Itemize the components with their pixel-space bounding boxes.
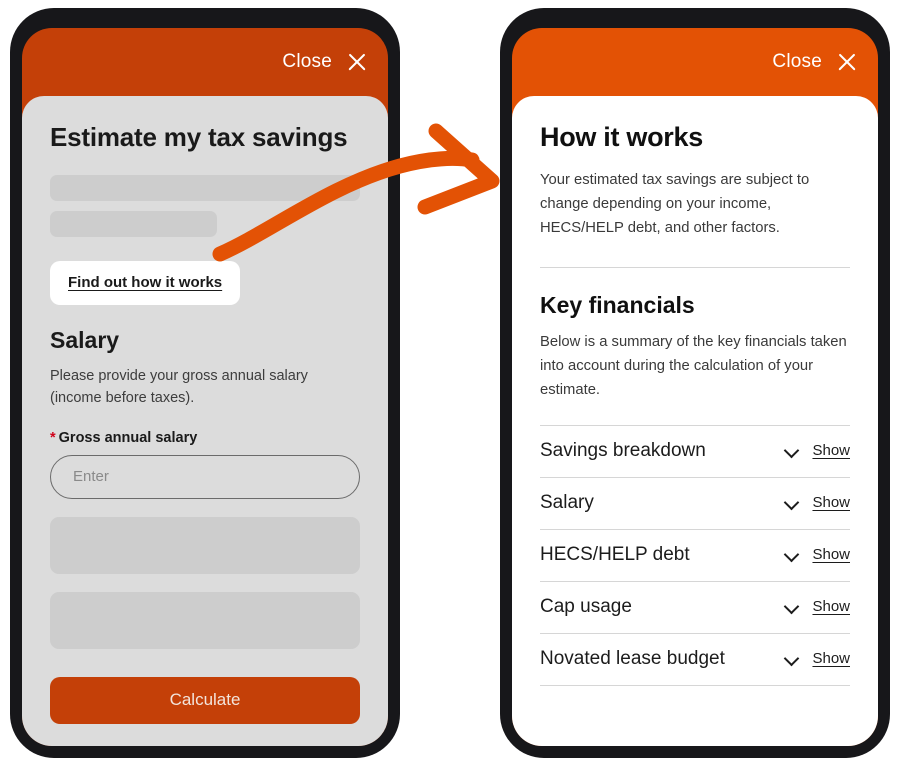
accordion-control[interactable]: Show (784, 650, 850, 667)
accordion-show-link[interactable]: Show (812, 494, 850, 511)
close-button-label: Close (772, 51, 822, 72)
gross-annual-salary-input[interactable] (50, 454, 360, 499)
divider (540, 266, 850, 268)
accordion-row-novated-lease-budget[interactable]: Novated lease budget Show (540, 634, 850, 686)
gross-annual-salary-label: * Gross annual salary (50, 430, 360, 446)
find-out-how-it-works-label: Find out how it works (68, 274, 223, 291)
close-x-icon[interactable] (346, 51, 368, 73)
required-marker: * (50, 429, 56, 446)
chevron-down-icon (784, 599, 799, 614)
skeleton-block (50, 516, 360, 574)
chevron-down-icon (784, 495, 799, 510)
accordion-control[interactable]: Show (784, 442, 850, 459)
phone-mockup-right: Close How it works Your estimated tax sa… (500, 8, 890, 758)
find-out-how-it-works-button[interactable]: Find out how it works (50, 261, 241, 305)
phone-mockup-left: Close Estimate my tax savings Find out h… (10, 8, 400, 758)
accordion-label: Cap usage (540, 595, 632, 617)
accordion-row-savings-breakdown[interactable]: Savings breakdown Show (540, 424, 850, 478)
accordion-show-link[interactable]: Show (812, 598, 850, 615)
skeleton-bar (50, 175, 360, 201)
page-title-right: How it works (540, 122, 703, 152)
skeleton-bar (50, 211, 218, 237)
how-it-works-intro: Your estimated tax savings are subject t… (540, 172, 810, 236)
skeleton-block (50, 591, 360, 649)
phone-screen-right: Close How it works Your estimated tax sa… (512, 28, 878, 746)
close-button-label: Close (282, 51, 332, 72)
accordion-label: HECS/HELP debt (540, 543, 690, 565)
modal-sheet-right: How it works Your estimated tax savings … (512, 96, 878, 746)
accordion-control[interactable]: Show (784, 546, 850, 563)
key-financials-intro: Below is a summary of the key financials… (540, 333, 847, 398)
key-financials-heading: Key financials (540, 291, 695, 318)
accordion-label: Savings breakdown (540, 439, 706, 461)
salary-section-description: Please provide your gross annual salary … (50, 368, 308, 406)
accordion-row-cap-usage[interactable]: Cap usage Show (540, 582, 850, 634)
accordion-show-link[interactable]: Show (812, 546, 850, 563)
calculate-button[interactable]: Calculate (50, 676, 360, 724)
accordion-control[interactable]: Show (784, 598, 850, 615)
accordion-show-link[interactable]: Show (812, 442, 850, 459)
accordion-show-link[interactable]: Show (812, 650, 850, 667)
gross-annual-salary-label-text: Gross annual salary (58, 429, 198, 446)
phone-screen-left: Close Estimate my tax savings Find out h… (22, 28, 388, 746)
accordion-label: Salary (540, 491, 594, 513)
key-financials-accordion: Savings breakdown Show Salary Show HECS/… (540, 424, 850, 686)
modal-header-right: Close (512, 28, 878, 96)
close-x-icon[interactable] (836, 51, 858, 73)
chevron-down-icon (784, 547, 799, 562)
modal-sheet-left: Estimate my tax savings Find out how it … (22, 96, 388, 746)
close-button-left[interactable]: Close (282, 51, 368, 73)
accordion-row-hecs-help-debt[interactable]: HECS/HELP debt Show (540, 530, 850, 582)
close-button-right[interactable]: Close (772, 51, 858, 73)
accordion-control[interactable]: Show (784, 494, 850, 511)
chevron-down-icon (784, 443, 799, 458)
page-title-left: Estimate my tax savings (50, 122, 348, 152)
accordion-label: Novated lease budget (540, 647, 725, 669)
chevron-down-icon (784, 651, 799, 666)
accordion-row-salary[interactable]: Salary Show (540, 478, 850, 530)
salary-section-heading: Salary (50, 327, 120, 353)
modal-header-left: Close (22, 28, 388, 96)
